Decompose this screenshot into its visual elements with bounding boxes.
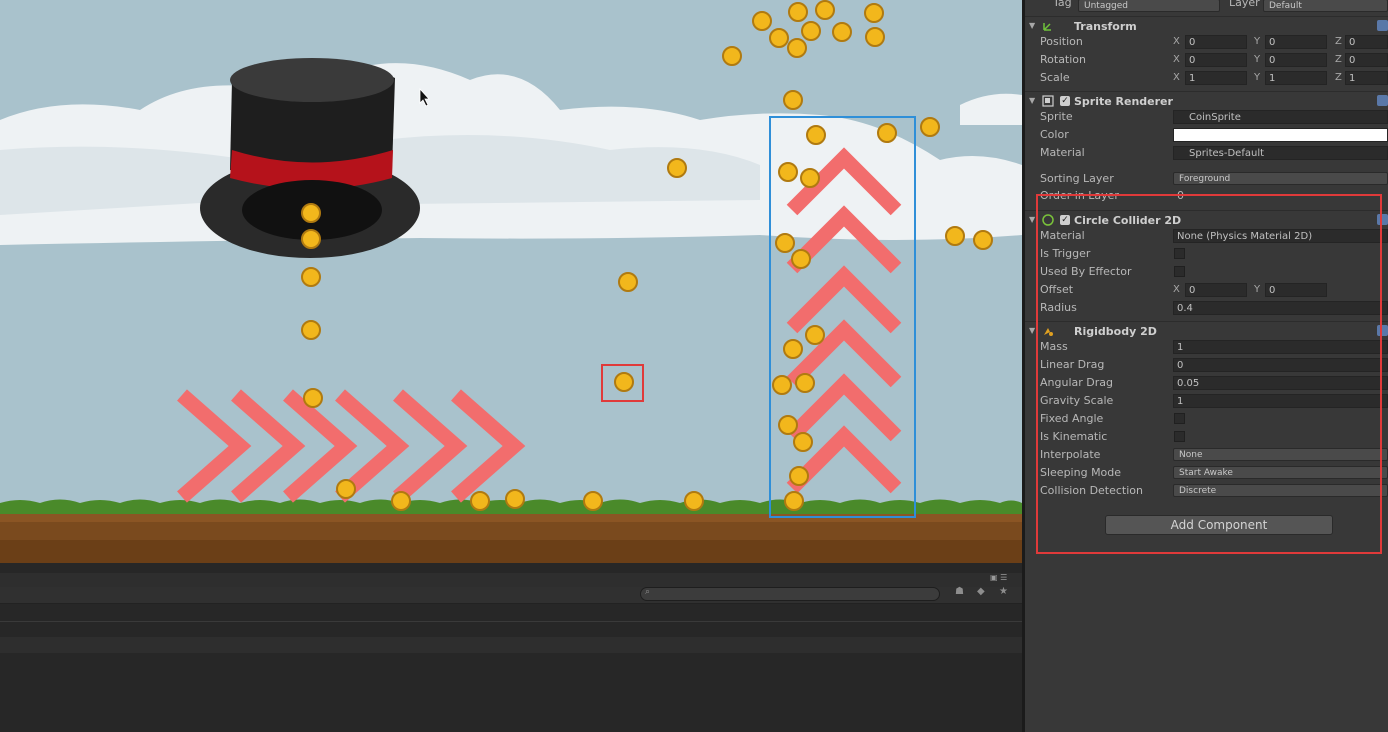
axis-z-label: Z [1335, 72, 1342, 83]
filter-label-icon[interactable]: ◆ [977, 586, 985, 597]
rotation-label: Rotation [1040, 53, 1087, 66]
position-label: Position [1040, 35, 1083, 48]
sprite-renderer-icon [1042, 95, 1054, 107]
scale-row: Scale X 1 Y 1 Z 1 [1025, 69, 1388, 87]
panel-row [0, 637, 1022, 653]
panel-toolbar [0, 573, 1022, 587]
axis-y-label: Y [1254, 36, 1261, 47]
foldout-arrow-icon[interactable]: ▼ [1029, 96, 1035, 105]
project-panel: ⌕ ☗ ◆ ★ ▣ ☰ [0, 563, 1022, 732]
tag-label: Tag [1053, 0, 1072, 9]
layer-label: Layer [1229, 0, 1260, 9]
position-z-field[interactable]: 0 [1345, 35, 1388, 49]
tag-dropdown[interactable]: Untagged [1078, 0, 1220, 12]
foldout-arrow-icon[interactable]: ▼ [1029, 326, 1035, 335]
axis-y-label: Y [1254, 72, 1261, 83]
lock-icon[interactable]: ▣ ☰ [990, 573, 1007, 582]
position-x-field[interactable]: 0 [1185, 35, 1247, 49]
transform-title: Transform [1074, 20, 1137, 33]
axis-x-label: X [1173, 72, 1180, 83]
search-icon: ⌕ [645, 587, 651, 597]
foldout-arrow-icon[interactable]: ▼ [1029, 215, 1035, 224]
sprite-row: Sprite CoinSprite [1025, 108, 1388, 126]
sorting-layer-label: Sorting Layer [1040, 172, 1114, 185]
axis-x-label: X [1173, 36, 1180, 47]
scene-canvas[interactable] [0, 0, 1022, 563]
axis-z-label: Z [1335, 36, 1342, 47]
help-icon[interactable] [1377, 95, 1388, 106]
sprite-renderer-title: Sprite Renderer [1074, 95, 1173, 108]
color-label: Color [1040, 128, 1069, 141]
transform-icon [1043, 23, 1051, 31]
layer-dropdown[interactable]: Default [1263, 0, 1388, 12]
search-input[interactable]: ⌕ [640, 587, 940, 601]
favorite-star-icon[interactable]: ★ [999, 586, 1008, 597]
material-label: Material [1040, 146, 1085, 159]
scale-y-field[interactable]: 1 [1265, 71, 1327, 85]
sprite-field[interactable]: CoinSprite [1173, 110, 1388, 124]
scale-label: Scale [1040, 71, 1070, 84]
axis-y-label: Y [1254, 54, 1261, 65]
color-row: Color [1025, 126, 1388, 144]
position-y-field[interactable]: 0 [1265, 35, 1327, 49]
panel-divider [0, 621, 1022, 622]
rotation-z-field[interactable]: 0 [1345, 53, 1388, 67]
axis-x-label: X [1173, 54, 1180, 65]
sorting-layer-row: Sorting Layer Foreground [1025, 170, 1388, 188]
axis-z-label: Z [1335, 54, 1342, 65]
annotation-highlight-box [1036, 194, 1382, 554]
position-row: Position X 0 Y 0 Z 0 [1025, 33, 1388, 51]
sprite-renderer-enabled-checkbox[interactable]: ✓ [1060, 96, 1070, 106]
clouds [0, 63, 1022, 245]
sorting-layer-dropdown[interactable]: Foreground [1173, 172, 1388, 185]
material-field[interactable]: Sprites-Default [1173, 146, 1388, 160]
rotation-row: Rotation X 0 Y 0 Z 0 [1025, 51, 1388, 69]
scale-z-field[interactable]: 1 [1345, 71, 1388, 85]
rotation-x-field[interactable]: 0 [1185, 53, 1247, 67]
help-icon[interactable] [1377, 20, 1388, 31]
material-row: Material Sprites-Default [1025, 144, 1388, 162]
tag-layer-row: Tag Untagged Layer Default [1025, 0, 1388, 12]
color-swatch[interactable] [1173, 128, 1388, 142]
rotation-y-field[interactable]: 0 [1265, 53, 1327, 67]
scale-x-field[interactable]: 1 [1185, 71, 1247, 85]
sprite-label: Sprite [1040, 110, 1073, 123]
foldout-arrow-icon[interactable]: ▼ [1029, 21, 1035, 30]
top-hat[interactable] [200, 58, 420, 258]
filter-type-icon[interactable]: ☗ [955, 586, 964, 597]
scene-view[interactable] [0, 0, 1022, 563]
